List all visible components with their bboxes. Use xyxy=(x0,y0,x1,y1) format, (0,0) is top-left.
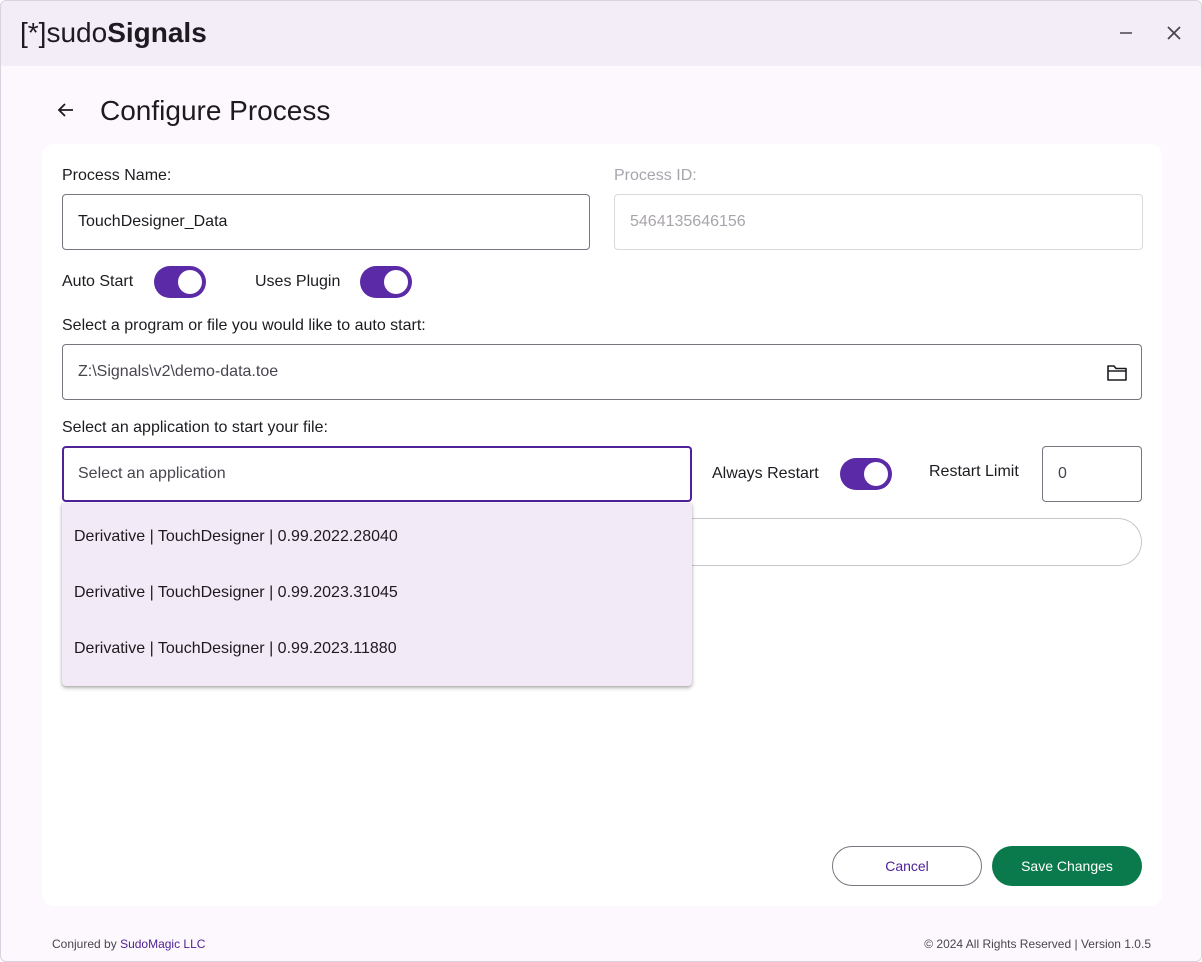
logo-sudo: sudo xyxy=(46,17,108,48)
uses-plugin-label: Uses Plugin xyxy=(255,273,341,290)
footer-company-link[interactable]: SudoMagic LLC xyxy=(120,937,205,951)
cancel-button[interactable]: Cancel xyxy=(832,846,982,886)
application-label: Select an application to start your file… xyxy=(62,419,328,436)
always-restart-label: Always Restart xyxy=(712,465,819,482)
restart-limit-field[interactable] xyxy=(1042,446,1142,502)
footer-credit: Conjured by SudoMagic LLC xyxy=(52,937,205,951)
minimize-icon xyxy=(1120,32,1132,34)
toggle-knob xyxy=(384,270,408,294)
auto-start-toggle[interactable] xyxy=(154,266,206,298)
process-name-field[interactable] xyxy=(62,194,590,250)
dropdown-option[interactable]: Derivative | TouchDesigner | 0.99.2023.3… xyxy=(62,565,692,621)
footer-rights: © 2024 All Rights Reserved | Version 1.0… xyxy=(924,937,1151,951)
toggle-knob xyxy=(178,270,202,294)
always-restart-toggle[interactable] xyxy=(840,458,892,490)
application-select[interactable] xyxy=(62,446,692,502)
page-title: Configure Process xyxy=(100,95,331,126)
app-logo: [*] sudo Signals xyxy=(20,18,207,48)
program-path-field[interactable]: Z:\Signals\v2\demo-data.toe xyxy=(62,344,1142,400)
process-id-value: 5464135646156 xyxy=(630,213,746,230)
dropdown-option[interactable]: Derivative | TouchDesigner | 0.99.2023.1… xyxy=(62,621,692,677)
application-input[interactable] xyxy=(78,465,690,483)
back-button[interactable] xyxy=(54,98,78,122)
restart-limit-label: Restart Limit xyxy=(929,463,1019,480)
title-bar: [*] sudo Signals xyxy=(1,1,1201,66)
page-header: Configure Process xyxy=(1,66,1201,144)
folder-icon xyxy=(1107,365,1127,381)
config-card: Process Name: Process ID: 5464135646156 … xyxy=(42,144,1162,906)
app-window: [*] sudo Signals Configure Process Proce… xyxy=(0,0,1202,962)
minimize-button[interactable] xyxy=(1114,21,1138,45)
process-id-field: 5464135646156 xyxy=(614,194,1143,250)
logo-signals: Signals xyxy=(107,17,207,48)
arrow-back-icon xyxy=(57,103,73,117)
process-name-label: Process Name: xyxy=(62,167,172,184)
close-icon xyxy=(1167,26,1181,40)
process-id-label: Process ID: xyxy=(614,167,697,184)
dropdown-option[interactable]: Derivative | TouchDesigner | 0.99.2022.2… xyxy=(62,509,692,565)
auto-start-label: Auto Start xyxy=(62,273,134,290)
logo-bracket: [*] xyxy=(20,17,47,48)
hidden-field-behind-dropdown xyxy=(642,518,1142,566)
uses-plugin-toggle[interactable] xyxy=(360,266,412,298)
close-button[interactable] xyxy=(1162,21,1186,45)
application-dropdown: Derivative | TouchDesigner | 0.99.2022.2… xyxy=(62,503,692,686)
footer-conjured-by: Conjured by xyxy=(52,937,117,951)
save-changes-button[interactable]: Save Changes xyxy=(992,846,1142,886)
program-label: Select a program or file you would like … xyxy=(62,317,426,334)
browse-folder-button[interactable] xyxy=(1105,361,1129,385)
restart-limit-input[interactable] xyxy=(1058,465,1141,483)
toggle-knob xyxy=(864,462,888,486)
process-name-input[interactable] xyxy=(78,213,589,231)
program-path-value: Z:\Signals\v2\demo-data.toe xyxy=(78,363,279,380)
